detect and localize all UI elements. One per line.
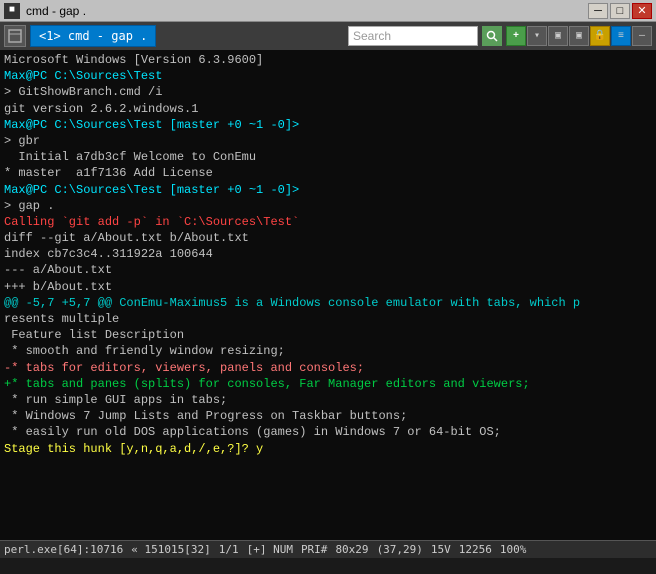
terminal-line: > gap . (4, 198, 652, 214)
terminal-line: +* tabs and panes (splits) for consoles,… (4, 376, 652, 392)
close-button[interactable]: ✕ (632, 3, 652, 19)
status-exe: perl.exe[64]:10716 (4, 543, 123, 556)
search-button[interactable] (482, 26, 502, 46)
terminal-line: Microsoft Windows [Version 6.3.9600] (4, 52, 652, 68)
status-zoom: 100% (500, 543, 527, 556)
tab-cmd[interactable]: <1> cmd - gap . (30, 25, 156, 47)
terminal-line: * run simple GUI apps in tabs; (4, 392, 652, 408)
status-size: 80x29 (335, 543, 368, 556)
terminal-line: -* tabs for editors, viewers, panels and… (4, 360, 652, 376)
terminal-line: Max@PC C:\Sources\Test (4, 68, 652, 84)
status-bar: perl.exe[64]:10716 « 151015[32] 1/1 [+] … (0, 540, 656, 558)
terminal-line: resents multiple (4, 311, 652, 327)
minimize-button[interactable]: ─ (588, 3, 608, 19)
app-icon-symbol: ■ (9, 5, 15, 16)
status-position: « 151015[32] (131, 543, 210, 556)
search-area: Search + ▾ ▣ ▣ 🔒 ≡ — (348, 26, 652, 46)
terminal-line: * smooth and friendly window resizing; (4, 343, 652, 359)
app-icon: ■ (4, 3, 20, 19)
terminal-line: index cb7c3c4..311922a 100644 (4, 246, 652, 262)
status-voltage: 15V (431, 543, 451, 556)
terminal-line: * easily run old DOS applications (games… (4, 424, 652, 440)
status-num: [+] NUM (247, 543, 293, 556)
terminal-line: * master a1f7136 Add License (4, 165, 652, 181)
screen-button[interactable]: ▣ (548, 26, 568, 46)
maximize-button[interactable]: □ (610, 3, 630, 19)
search-icon (486, 30, 498, 42)
terminal-line: Max@PC C:\Sources\Test [master +0 ~1 -0]… (4, 182, 652, 198)
screen2-button[interactable]: ▣ (569, 26, 589, 46)
status-memory: 12256 (459, 543, 492, 556)
tab-bar: <1> cmd - gap . Search + ▾ ▣ ▣ 🔒 ≡ — (0, 22, 656, 50)
terminal-line: Calling `git add -p` in `C:\Sources\Test… (4, 214, 652, 230)
terminal-line: Feature list Description (4, 327, 652, 343)
terminal-line: +++ b/About.txt (4, 279, 652, 295)
minimize-toolbar-button[interactable]: — (632, 26, 652, 46)
terminal-line: @@ -5,7 +5,7 @@ ConEmu-Maximus5 is a Win… (4, 295, 652, 311)
status-coords: (37,29) (377, 543, 423, 556)
dropdown-button[interactable]: ▾ (527, 26, 547, 46)
terminal-line: Stage this hunk [y,n,q,a,d,/,e,?]? y (4, 441, 652, 457)
status-fraction: 1/1 (219, 543, 239, 556)
title-bar-left: ■ cmd - gap . (4, 3, 86, 19)
terminal-line: --- a/About.txt (4, 262, 652, 278)
title-bar: ■ cmd - gap . ─ □ ✕ (0, 0, 656, 22)
status-pri: PRI# (301, 543, 328, 556)
window-controls: ─ □ ✕ (588, 3, 652, 19)
new-console-button[interactable]: + (506, 26, 526, 46)
terminal-line: diff --git a/About.txt b/About.txt (4, 230, 652, 246)
terminal-line: Initial a7db3cf Welcome to ConEmu (4, 149, 652, 165)
conemu-icon (4, 25, 26, 47)
terminal-line: Max@PC C:\Sources\Test [master +0 ~1 -0]… (4, 117, 652, 133)
settings-button[interactable]: ≡ (611, 26, 631, 46)
search-input[interactable]: Search (348, 26, 478, 46)
terminal-line: > GitShowBranch.cmd /i (4, 84, 652, 100)
terminal-output: Microsoft Windows [Version 6.3.9600]Max@… (0, 50, 656, 540)
conemu-logo-icon (8, 29, 22, 43)
terminal-line: git version 2.6.2.windows.1 (4, 101, 652, 117)
terminal-line: * Windows 7 Jump Lists and Progress on T… (4, 408, 652, 424)
lock-button[interactable]: 🔒 (590, 26, 610, 46)
window-title: cmd - gap . (26, 4, 86, 18)
terminal-line: > gbr (4, 133, 652, 149)
